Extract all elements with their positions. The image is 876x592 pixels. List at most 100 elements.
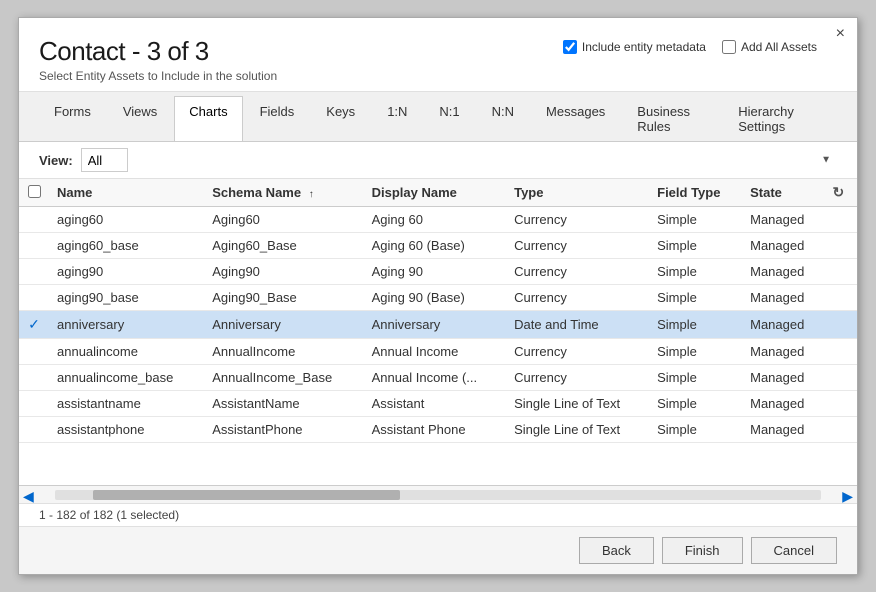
status-bar: 1 - 182 of 182 (1 selected) <box>19 503 857 526</box>
col-type[interactable]: Type <box>506 179 649 207</box>
row-display_name: Assistant <box>364 391 506 417</box>
row-check-cell[interactable] <box>19 207 49 233</box>
row-name: aging90 <box>49 259 204 285</box>
row-schema_name: Anniversary <box>204 311 363 339</box>
row-display_name: Aging 90 (Base) <box>364 285 506 311</box>
col-schema-name[interactable]: Schema Name ↑ <box>204 179 363 207</box>
row-field_type: Simple <box>649 311 742 339</box>
table-row[interactable]: aging60Aging60Aging 60CurrencySimpleMana… <box>19 207 857 233</box>
row-state: Managed <box>742 259 824 285</box>
row-type: Currency <box>506 207 649 233</box>
row-check-cell[interactable] <box>19 233 49 259</box>
row-check-cell[interactable] <box>19 417 49 443</box>
table-row[interactable]: aging90Aging90Aging 90CurrencySimpleMana… <box>19 259 857 285</box>
row-state: Managed <box>742 207 824 233</box>
row-action <box>824 311 857 339</box>
tab-keys[interactable]: Keys <box>311 96 370 141</box>
row-state: Managed <box>742 311 824 339</box>
include-metadata-checkbox[interactable] <box>563 40 577 54</box>
row-schema_name: AnnualIncome_Base <box>204 365 363 391</box>
tab-fields[interactable]: Fields <box>245 96 310 141</box>
row-schema_name: AssistantName <box>204 391 363 417</box>
tab-views[interactable]: Views <box>108 96 172 141</box>
tab-charts[interactable]: Charts <box>174 96 242 141</box>
row-schema_name: Aging90 <box>204 259 363 285</box>
row-type: Currency <box>506 259 649 285</box>
row-check-cell[interactable] <box>19 339 49 365</box>
col-display-name[interactable]: Display Name <box>364 179 506 207</box>
dialog-header: Contact - 3 of 3 Select Entity Assets to… <box>19 18 857 92</box>
row-check-cell[interactable] <box>19 285 49 311</box>
row-field_type: Simple <box>649 391 742 417</box>
scrollbar-track <box>55 490 821 500</box>
select-all-checkbox[interactable] <box>28 185 41 198</box>
row-display_name: Aging 90 <box>364 259 506 285</box>
status-text: 1 - 182 of 182 (1 selected) <box>39 508 179 522</box>
row-check-cell[interactable] <box>19 365 49 391</box>
row-field_type: Simple <box>649 207 742 233</box>
row-action <box>824 285 857 311</box>
table-row[interactable]: assistantphoneAssistantPhoneAssistant Ph… <box>19 417 857 443</box>
row-name: anniversary <box>49 311 204 339</box>
row-type: Currency <box>506 339 649 365</box>
col-field-type[interactable]: Field Type <box>649 179 742 207</box>
row-name: aging60 <box>49 207 204 233</box>
row-field_type: Simple <box>649 417 742 443</box>
row-field_type: Simple <box>649 339 742 365</box>
row-action <box>824 391 857 417</box>
horizontal-scrollbar[interactable]: ◀ ▶ <box>19 485 857 503</box>
row-schema_name: Aging90_Base <box>204 285 363 311</box>
close-button[interactable]: × <box>836 26 845 42</box>
col-state[interactable]: State <box>742 179 824 207</box>
row-display_name: Aging 60 (Base) <box>364 233 506 259</box>
scroll-right-button[interactable]: ▶ <box>842 488 853 505</box>
row-state: Managed <box>742 233 824 259</box>
dialog-footer: Back Finish Cancel <box>19 526 857 574</box>
tab-1n[interactable]: 1:N <box>372 96 422 141</box>
fields-table: Name Schema Name ↑ Display Name Type Fie… <box>19 179 857 443</box>
cancel-button[interactable]: Cancel <box>751 537 837 564</box>
row-schema_name: AssistantPhone <box>204 417 363 443</box>
row-state: Managed <box>742 339 824 365</box>
table-row[interactable]: assistantnameAssistantNameAssistantSingl… <box>19 391 857 417</box>
row-type: Single Line of Text <box>506 391 649 417</box>
scroll-left-button[interactable]: ◀ <box>23 488 34 505</box>
view-select-wrap: All <box>81 148 837 172</box>
tab-business-rules[interactable]: Business Rules <box>622 96 721 141</box>
row-state: Managed <box>742 417 824 443</box>
refresh-icon[interactable]: ↻ <box>832 184 844 200</box>
row-check-cell[interactable] <box>19 391 49 417</box>
add-all-assets-checkbox[interactable] <box>722 40 736 54</box>
col-check[interactable] <box>19 179 49 207</box>
scrollbar-thumb[interactable] <box>93 490 399 500</box>
table-row[interactable]: aging90_baseAging90_BaseAging 90 (Base)C… <box>19 285 857 311</box>
row-name: assistantname <box>49 391 204 417</box>
table-row[interactable]: aging60_baseAging60_BaseAging 60 (Base)C… <box>19 233 857 259</box>
tab-n1[interactable]: N:1 <box>424 96 474 141</box>
row-action <box>824 339 857 365</box>
tab-nn[interactable]: N:N <box>477 96 529 141</box>
header-right: Include entity metadata Add All Assets <box>563 40 817 54</box>
col-name[interactable]: Name <box>49 179 204 207</box>
back-button[interactable]: Back <box>579 537 654 564</box>
tab-forms[interactable]: Forms <box>39 96 106 141</box>
table-row[interactable]: annualincome_baseAnnualIncome_BaseAnnual… <box>19 365 857 391</box>
tab-messages[interactable]: Messages <box>531 96 620 141</box>
row-check-cell[interactable] <box>19 259 49 285</box>
row-state: Managed <box>742 285 824 311</box>
row-schema_name: Aging60 <box>204 207 363 233</box>
add-all-assets-label[interactable]: Add All Assets <box>722 40 817 54</box>
view-bar: View: All <box>19 142 857 179</box>
finish-button[interactable]: Finish <box>662 537 743 564</box>
row-action <box>824 259 857 285</box>
row-check-cell[interactable]: ✓ <box>19 311 49 339</box>
view-select[interactable]: All <box>81 148 128 172</box>
row-action <box>824 365 857 391</box>
table-row[interactable]: ✓anniversaryAnniversaryAnniversaryDate a… <box>19 311 857 339</box>
tab-hierarchy-settings[interactable]: Hierarchy Settings <box>723 96 835 141</box>
row-action <box>824 233 857 259</box>
table-row[interactable]: annualincomeAnnualIncomeAnnual IncomeCur… <box>19 339 857 365</box>
include-metadata-label[interactable]: Include entity metadata <box>563 40 706 54</box>
view-label: View: <box>39 153 73 168</box>
col-refresh[interactable]: ↻ <box>824 179 857 207</box>
